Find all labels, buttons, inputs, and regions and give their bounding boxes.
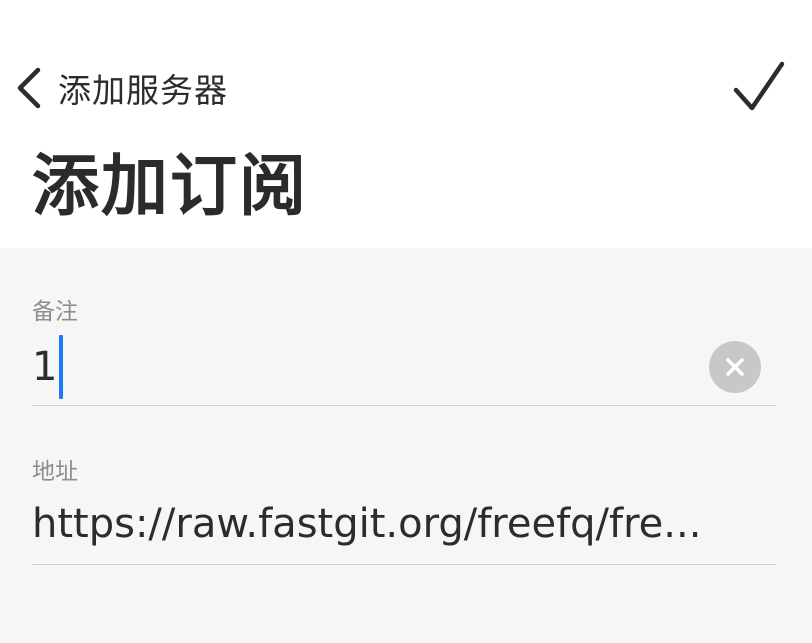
text-caret (59, 335, 64, 399)
checkmark-icon (733, 61, 785, 111)
clear-x-icon (726, 358, 744, 376)
chevron-left-icon (17, 67, 41, 109)
page-title: 添加订阅 (32, 147, 308, 225)
subscription-form: 备注 1 地址 https://raw.fastgit.org/freefq/f… (0, 248, 812, 643)
remark-value: 1 (32, 344, 58, 390)
address-label: 地址 (32, 459, 78, 485)
clear-remark-button[interactable] (709, 341, 761, 393)
header: 添加服务器 添加订阅 (0, 0, 812, 248)
address-underline (32, 564, 776, 565)
address-input[interactable]: https://raw.fastgit.org/freefq/fre... (32, 489, 776, 559)
remark-label: 备注 (32, 299, 78, 325)
back-label: 添加服务器 (58, 71, 228, 110)
remark-underline (32, 405, 776, 406)
back-button[interactable]: 添加服务器 (14, 60, 228, 116)
confirm-button[interactable] (728, 58, 790, 120)
address-value: https://raw.fastgit.org/freefq/fre... (32, 501, 702, 547)
remark-input[interactable]: 1 (32, 332, 702, 402)
